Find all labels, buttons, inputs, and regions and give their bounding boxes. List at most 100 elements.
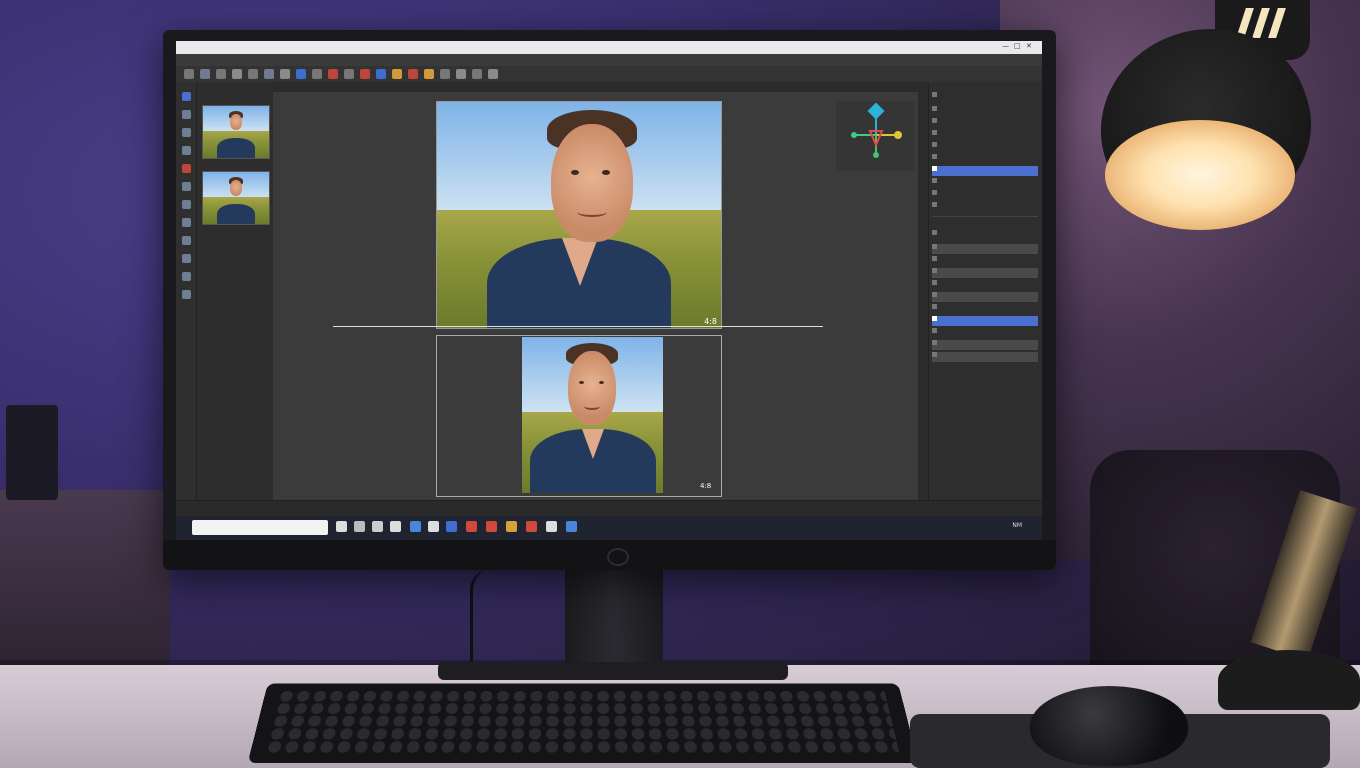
tool-icon[interactable]	[392, 69, 402, 79]
main-photo[interactable]: 4:8	[436, 101, 722, 329]
panel-row[interactable]	[932, 352, 1038, 362]
screen: — □ ✕ 4:8 4:8 NM	[176, 41, 1042, 540]
tool-icon[interactable]	[182, 236, 191, 245]
panel-row[interactable]	[932, 328, 1038, 338]
panel-row[interactable]	[932, 256, 1038, 266]
toolbar	[176, 66, 1042, 82]
panel-row[interactable]	[932, 130, 1038, 140]
app-icon[interactable]	[336, 521, 347, 532]
tool-icon[interactable]	[264, 69, 274, 79]
app-icon[interactable]	[354, 521, 365, 532]
tool-icon[interactable]	[376, 69, 386, 79]
panel-row[interactable]	[932, 202, 1038, 212]
preview-zoom-label: 4:8	[700, 482, 711, 490]
tool-icon[interactable]	[360, 69, 370, 79]
lamp-vent	[1252, 8, 1270, 38]
app-icon[interactable]	[526, 521, 537, 532]
tool-icon[interactable]	[182, 128, 191, 137]
taskbar-clock: NM	[1012, 522, 1022, 529]
app-icon[interactable]	[390, 521, 401, 532]
filmstrip-thumbnail[interactable]	[202, 171, 270, 225]
tool-icon[interactable]	[182, 164, 191, 173]
tool-icon[interactable]	[182, 182, 191, 191]
tools-rail	[176, 82, 197, 500]
panel-row[interactable]	[932, 178, 1038, 188]
tool-icon[interactable]	[296, 69, 306, 79]
zoom-label: 4:8	[704, 317, 717, 326]
keyboard-keys	[264, 690, 899, 753]
tool-icon[interactable]	[182, 110, 191, 119]
panel-row[interactable]	[932, 118, 1038, 128]
tool-icon[interactable]	[182, 290, 191, 299]
monitor-logo	[607, 548, 629, 566]
lamp-light	[1105, 120, 1295, 230]
close-icon[interactable]: ✕	[1026, 42, 1032, 50]
panel-row-selected[interactable]	[932, 316, 1038, 326]
mouse	[1030, 686, 1188, 766]
lamp-base	[1218, 650, 1360, 710]
split-divider[interactable]	[333, 326, 823, 327]
panel-section-header	[932, 216, 1038, 227]
panel-row-selected[interactable]	[932, 166, 1038, 176]
lamp-vent	[1268, 8, 1286, 38]
panel-row[interactable]	[932, 230, 1038, 240]
panel-row[interactable]	[932, 340, 1038, 350]
tool-icon[interactable]	[488, 69, 498, 79]
filmstrip-thumbnail[interactable]	[202, 105, 270, 159]
tool-icon[interactable]	[182, 146, 191, 155]
speaker	[6, 405, 58, 500]
tool-icon[interactable]	[182, 272, 191, 281]
tool-icon[interactable]	[280, 69, 290, 79]
tool-icon[interactable]	[440, 69, 450, 79]
shelf	[0, 490, 170, 680]
maximize-icon[interactable]: □	[1014, 42, 1021, 50]
tool-icon[interactable]	[344, 69, 354, 79]
panel-row[interactable]	[932, 280, 1038, 290]
right-panel	[928, 82, 1042, 500]
menu-bar	[176, 54, 1042, 66]
tool-icon[interactable]	[182, 200, 191, 209]
panel-row[interactable]	[932, 292, 1038, 302]
panel-row[interactable]	[932, 244, 1038, 254]
panel-row[interactable]	[932, 268, 1038, 278]
tool-icon[interactable]	[456, 69, 466, 79]
app-icon[interactable]	[466, 521, 477, 532]
panel-row[interactable]	[932, 92, 1038, 102]
monitor-stand	[565, 570, 663, 670]
app-icon[interactable]	[372, 521, 383, 532]
app-icon[interactable]	[506, 521, 517, 532]
minimize-icon[interactable]: —	[1002, 42, 1009, 50]
window-titlebar: — □ ✕	[176, 41, 1042, 54]
tool-icon[interactable]	[182, 254, 191, 263]
tool-icon[interactable]	[328, 69, 338, 79]
taskbar-search[interactable]	[192, 520, 328, 535]
tool-icon[interactable]	[200, 69, 210, 79]
preview-photo[interactable]	[522, 337, 663, 493]
tool-icon[interactable]	[216, 69, 226, 79]
tool-icon[interactable]	[248, 69, 258, 79]
tool-icon[interactable]	[232, 69, 242, 79]
app-icon[interactable]	[546, 521, 557, 532]
panel-row[interactable]	[932, 142, 1038, 152]
navigator-gizmo[interactable]	[836, 101, 914, 171]
cable	[470, 570, 503, 670]
tool-icon[interactable]	[424, 69, 434, 79]
tool-icon[interactable]	[408, 69, 418, 79]
taskbar: NM	[176, 516, 1042, 540]
app-icon[interactable]	[486, 521, 497, 532]
app-icon[interactable]	[428, 521, 439, 532]
gizmo-icon	[836, 101, 914, 171]
panel-row[interactable]	[932, 154, 1038, 164]
app-icon[interactable]	[446, 521, 457, 532]
app-icon[interactable]	[410, 521, 421, 532]
panel-row[interactable]	[932, 190, 1038, 200]
tool-icon[interactable]	[472, 69, 482, 79]
status-bar	[176, 500, 1042, 517]
app-icon[interactable]	[566, 521, 577, 532]
panel-row[interactable]	[932, 106, 1038, 116]
panel-row[interactable]	[932, 304, 1038, 314]
tool-icon[interactable]	[312, 69, 322, 79]
tool-icon[interactable]	[184, 69, 194, 79]
tool-icon[interactable]	[182, 92, 191, 101]
tool-icon[interactable]	[182, 218, 191, 227]
